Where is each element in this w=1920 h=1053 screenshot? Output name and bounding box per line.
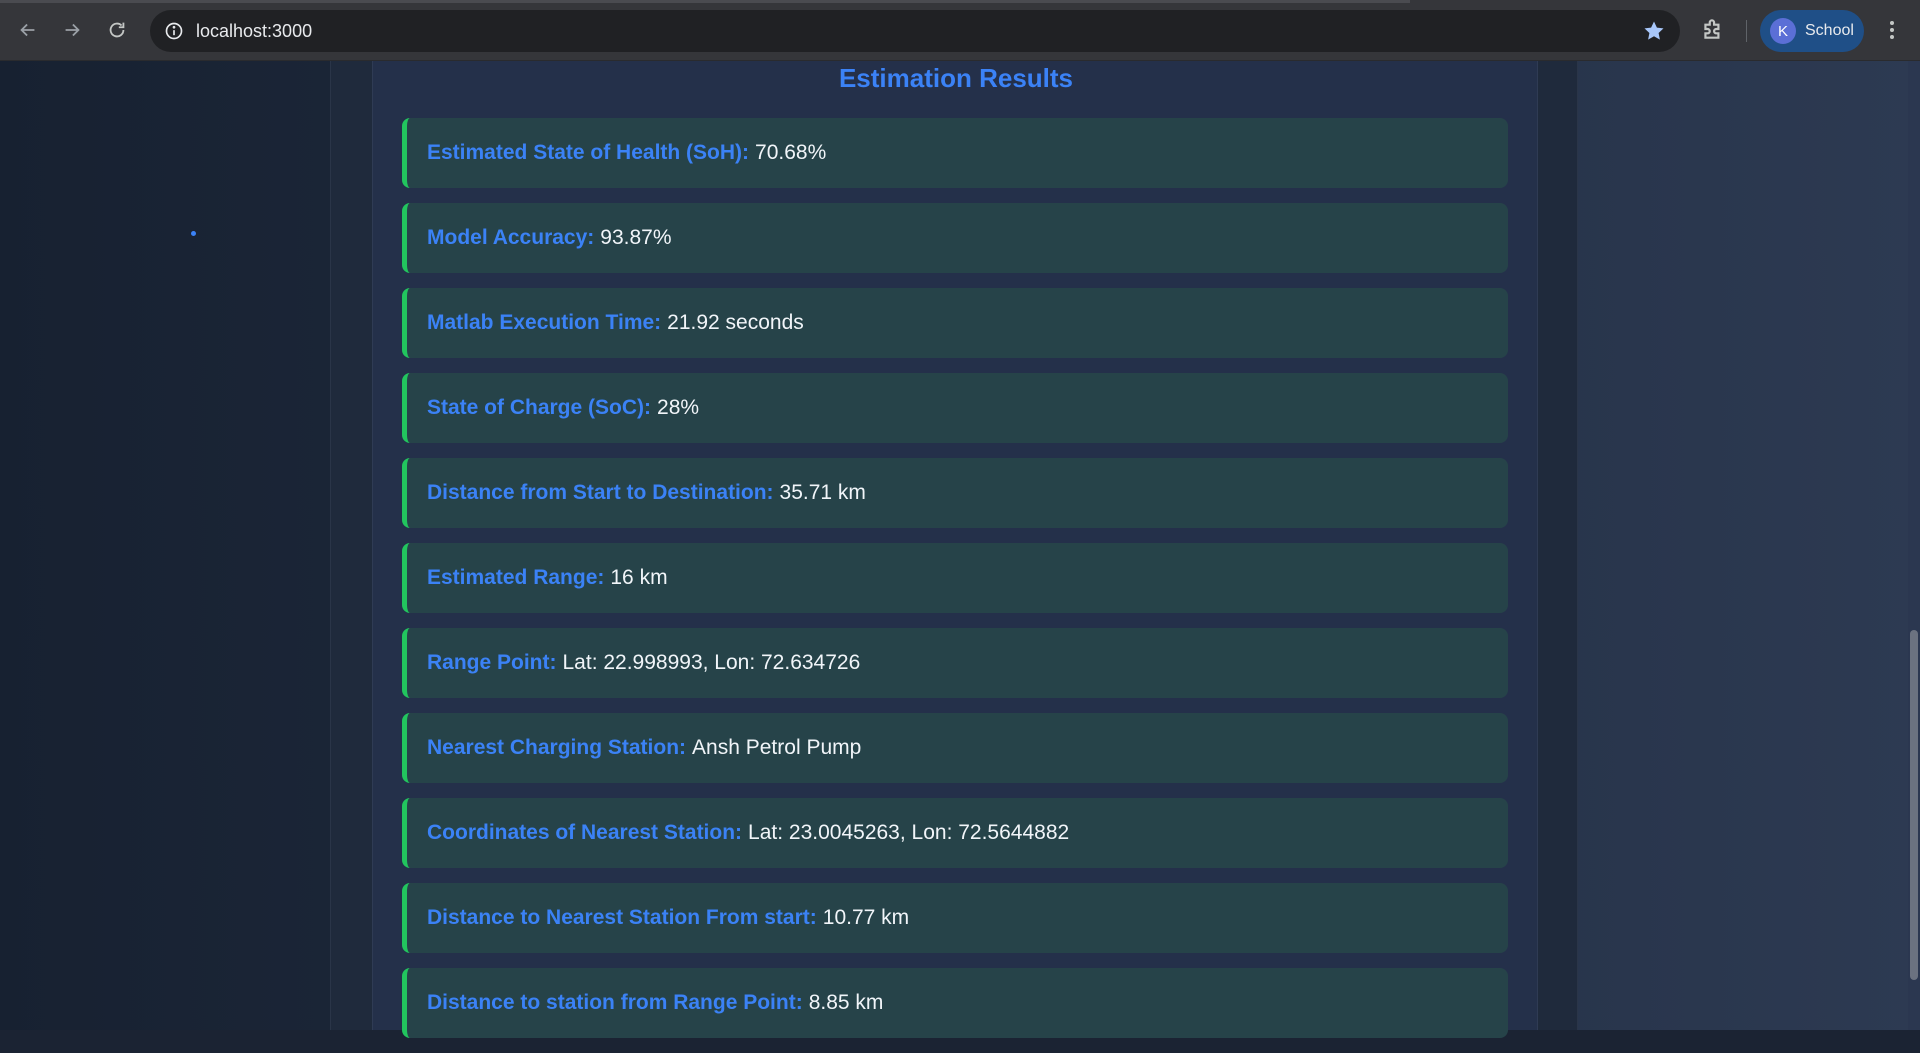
result-label: State of Charge (SoC):: [427, 396, 652, 419]
address-bar[interactable]: localhost:3000: [150, 10, 1680, 52]
result-soh: Estimated State of Health (SoH): 70.68%: [402, 118, 1508, 188]
result-nearest-station: Nearest Charging Station: Ansh Petrol Pu…: [402, 713, 1508, 783]
result-value: 28%: [657, 396, 700, 419]
scrollbar-thumb[interactable]: [1910, 630, 1918, 980]
page-content: Estimation Results Estimated State of He…: [0, 61, 1920, 1038]
result-station-coordinates: Coordinates of Nearest Station: Lat: 23.…: [402, 798, 1508, 868]
result-model-accuracy: Model Accuracy: 93.87%: [402, 203, 1508, 273]
result-label: Estimated Range:: [427, 566, 605, 589]
result-value: 10.77 km: [822, 906, 910, 929]
result-value: Lat: 22.998993, Lon: 72.634726: [562, 651, 861, 674]
result-execution-time: Matlab Execution Time: 21.92 seconds: [402, 288, 1508, 358]
result-label: Range Point:: [427, 651, 557, 674]
star-icon[interactable]: [1642, 19, 1666, 43]
avatar: K: [1770, 18, 1796, 44]
result-distance-start-destination: Distance from Start to Destination: 35.7…: [402, 458, 1508, 528]
decorative-dot: [191, 231, 196, 236]
result-label: Distance to station from Range Point:: [427, 991, 803, 1014]
result-value: 16 km: [610, 566, 668, 589]
arrow-right-icon: [65, 23, 80, 37]
browser-toolbar: localhost:3000 K School: [0, 0, 1920, 61]
back-button[interactable]: [12, 12, 44, 48]
arrow-left-icon: [20, 23, 35, 37]
url-text[interactable]: localhost:3000: [196, 21, 312, 42]
result-label: Nearest Charging Station:: [427, 736, 687, 759]
result-estimated-range: Estimated Range: 16 km: [402, 543, 1508, 613]
result-label: Distance from Start to Destination:: [427, 481, 774, 504]
kebab-menu-icon[interactable]: [1880, 16, 1904, 44]
toolbar-divider: [1746, 20, 1747, 42]
profile-button[interactable]: K School: [1760, 10, 1864, 52]
result-value: 8.85 km: [808, 991, 884, 1014]
result-distance-to-station-from-start: Distance to Nearest Station From start: …: [402, 883, 1508, 953]
result-value: 21.92 seconds: [667, 311, 804, 334]
results-card: Estimation Results Estimated State of He…: [372, 61, 1538, 1038]
profile-name: School: [1805, 22, 1854, 39]
reload-button[interactable]: [101, 12, 133, 48]
result-label: Distance to Nearest Station From start:: [427, 906, 817, 929]
result-label: Model Accuracy:: [427, 226, 595, 249]
puzzle-icon[interactable]: [1700, 16, 1728, 44]
page-title: Estimation Results: [838, 63, 1074, 93]
results-list: Estimated State of Health (SoH): 70.68% …: [402, 118, 1508, 1053]
result-range-point: Range Point: Lat: 22.998993, Lon: 72.634…: [402, 628, 1508, 698]
reload-icon: [109, 22, 125, 38]
info-icon[interactable]: [162, 19, 186, 43]
result-distance-station-from-range-point: Distance to station from Range Point: 8.…: [402, 968, 1508, 1038]
result-value: 70.68%: [755, 141, 827, 164]
result-value: Ansh Petrol Pump: [692, 736, 862, 759]
tab-strip-bar: [0, 0, 1410, 3]
result-label: Matlab Execution Time:: [427, 311, 662, 334]
result-soc: State of Charge (SoC): 28%: [402, 373, 1508, 443]
result-label: Estimated State of Health (SoH):: [427, 141, 750, 164]
result-value: 35.71 km: [779, 481, 866, 504]
result-value: 93.87%: [600, 226, 672, 249]
result-label: Coordinates of Nearest Station:: [427, 821, 743, 844]
forward-button[interactable]: [56, 12, 88, 48]
result-value: Lat: 23.0045263, Lon: 72.5644882: [748, 821, 1070, 844]
